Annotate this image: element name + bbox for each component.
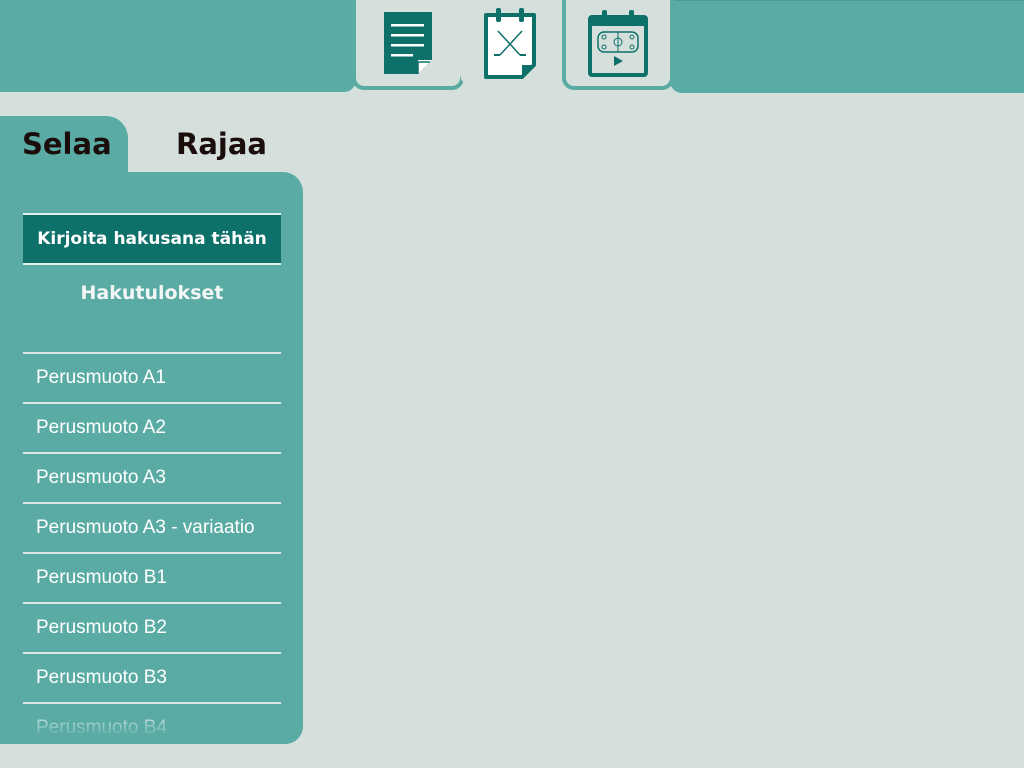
search-input[interactable]: Kirjoita hakusana tähän <box>23 213 281 265</box>
hockey-sticks-clipboard-icon <box>484 8 536 79</box>
tab-filter[interactable]: Rajaa <box>176 116 286 176</box>
nav-tab-calendar-rink[interactable] <box>562 0 674 90</box>
top-bar-right <box>670 0 1024 93</box>
list-item[interactable]: Perusmuoto A3 - variaatio <box>23 504 281 554</box>
list-item[interactable]: Perusmuoto A1 <box>23 354 281 404</box>
nav-tab-hockey-plan[interactable] <box>460 0 560 86</box>
list-item[interactable]: Perusmuoto B1 <box>23 554 281 604</box>
list-item[interactable]: Perusmuoto B3 <box>23 654 281 704</box>
nav-tab-document[interactable] <box>352 0 464 90</box>
panel-tabs: Selaa Rajaa <box>0 116 304 176</box>
calendar-rink-icon <box>588 10 648 77</box>
top-navigation <box>0 0 1024 94</box>
results-title: Hakutulokset <box>80 282 224 304</box>
list-item[interactable]: Perusmuoto B2 <box>23 604 281 654</box>
top-bar-left <box>0 0 356 92</box>
list-item[interactable]: Perusmuoto A3 <box>23 454 281 504</box>
result-list: Perusmuoto A1 Perusmuoto A2 Perusmuoto A… <box>23 352 281 744</box>
list-item[interactable]: Perusmuoto B4 <box>23 704 281 744</box>
document-icon <box>384 12 432 74</box>
tab-browse[interactable]: Selaa <box>0 116 128 176</box>
list-item[interactable]: Perusmuoto A2 <box>23 404 281 454</box>
browse-panel: Kirjoita hakusana tähän Hakutulokset Per… <box>0 172 303 744</box>
